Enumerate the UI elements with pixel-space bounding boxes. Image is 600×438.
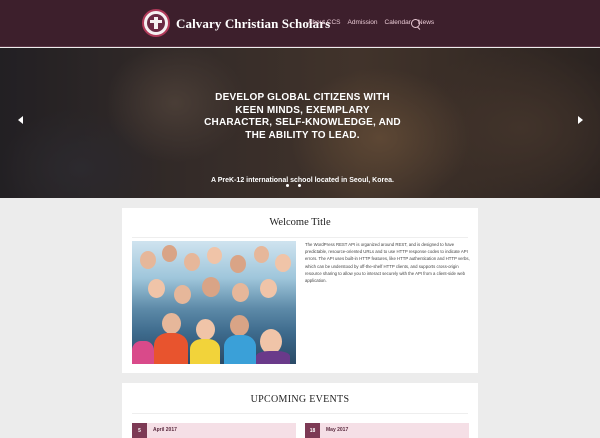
nav-item-admission[interactable]: Admission xyxy=(348,19,378,26)
nav-item-news[interactable]: News xyxy=(418,19,434,26)
hero-subheadline: A PreK-12 international school located i… xyxy=(211,177,394,184)
event-month: May 2017 xyxy=(326,427,349,433)
welcome-body: The WordPress REST API is organized arou… xyxy=(305,242,470,284)
welcome-title: Welcome Title xyxy=(269,217,331,228)
events-section: UPCOMING EVENTS 5 April 2017 18 May 2017 xyxy=(122,383,478,438)
event-day: 5 xyxy=(132,423,147,438)
slide-dot-2[interactable] xyxy=(298,184,301,187)
event-item[interactable]: 5 April 2017 xyxy=(132,423,296,438)
events-title: UPCOMING EVENTS xyxy=(250,394,350,405)
hero-slider: DEVELOP GLOBAL CITIZENS WITH KEEN MINDS,… xyxy=(0,48,600,198)
chevron-left-icon[interactable] xyxy=(18,116,23,124)
slide-dot-1[interactable] xyxy=(286,184,289,187)
search-icon[interactable] xyxy=(411,19,420,28)
event-item[interactable]: 18 May 2017 xyxy=(305,423,469,438)
hero-headline: DEVELOP GLOBAL CITIZENS WITH KEEN MINDS,… xyxy=(204,92,401,141)
event-day: 18 xyxy=(305,423,320,438)
welcome-section: Welcome Title The WordPress REST API is … xyxy=(122,208,478,373)
divider xyxy=(132,413,468,414)
chevron-right-icon[interactable] xyxy=(578,116,583,124)
nav-item-about[interactable]: About CCS xyxy=(308,19,341,26)
divider xyxy=(132,237,468,238)
site-header: Calvary Christian Scholars About CCS Adm… xyxy=(0,0,600,47)
nav-item-calendar[interactable]: Calendar xyxy=(385,19,411,26)
event-month: April 2017 xyxy=(153,427,177,433)
students-photo xyxy=(132,241,296,364)
logo-seal-icon[interactable] xyxy=(142,9,170,37)
